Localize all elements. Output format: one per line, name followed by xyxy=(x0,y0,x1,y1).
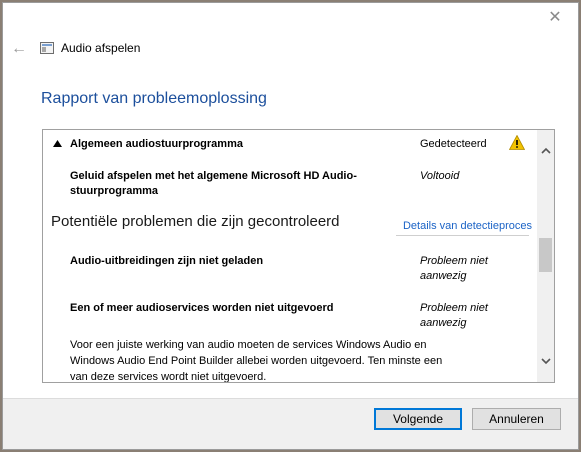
item-extensions-status-line2: aanwezig xyxy=(420,270,467,282)
description-line3: van deze services wordt niet uitgevoerd. xyxy=(70,371,267,383)
section-title: Potentiële problemen die zijn gecontrole… xyxy=(51,213,340,230)
scroll-thumb[interactable] xyxy=(539,238,552,272)
close-icon[interactable]: ✕ xyxy=(546,9,564,27)
item-services-status-line1: Probleem niet xyxy=(420,302,488,314)
item-playback-label-line1: Geluid afspelen met het algemene Microso… xyxy=(70,170,357,182)
collapse-triangle-icon[interactable] xyxy=(53,140,62,147)
item-services-status-line2: aanwezig xyxy=(420,317,467,329)
group-label: Algemeen audiostuurprogramma xyxy=(70,138,243,150)
section-divider xyxy=(396,235,529,236)
audio-app-icon xyxy=(40,42,54,54)
description-line1: Voor een juiste werking van audio moeten… xyxy=(70,339,427,351)
description-line2: Windows Audio End Point Builder allebei … xyxy=(70,355,443,367)
details-link[interactable]: Details van detectieproces xyxy=(403,220,532,232)
item-services-description: Voor een juiste werking van audio moeten… xyxy=(70,337,500,383)
next-button[interactable]: Volgende xyxy=(374,408,462,430)
group-status: Gedetecteerd xyxy=(420,138,487,150)
app-title: Audio afspelen xyxy=(61,41,141,55)
troubleshooter-window: ✕ ← Audio afspelen Rapport van probleemo… xyxy=(2,2,579,450)
item-extensions-status-line1: Probleem niet xyxy=(420,255,488,267)
cancel-button[interactable]: Annuleren xyxy=(472,408,561,430)
vertical-scrollbar[interactable] xyxy=(537,130,554,382)
item-services-label: Een of meer audioservices worden niet ui… xyxy=(70,302,334,314)
dialog-footer: Volgende Annuleren xyxy=(3,398,578,449)
item-extensions-label: Audio-uitbreidingen zijn niet geladen xyxy=(70,255,264,267)
scroll-up-icon[interactable] xyxy=(537,142,554,159)
back-arrow-icon[interactable]: ← xyxy=(11,41,27,57)
item-playback-status: Voltooid xyxy=(420,170,460,182)
scroll-down-icon[interactable] xyxy=(537,353,554,370)
item-playback-label-line2: stuurprogramma xyxy=(70,185,159,197)
warning-icon xyxy=(509,135,525,150)
page-title: Rapport van probleemoplossing xyxy=(41,90,267,107)
report-panel: Algemeen audiostuurprogramma Gedetecteer… xyxy=(42,129,555,383)
